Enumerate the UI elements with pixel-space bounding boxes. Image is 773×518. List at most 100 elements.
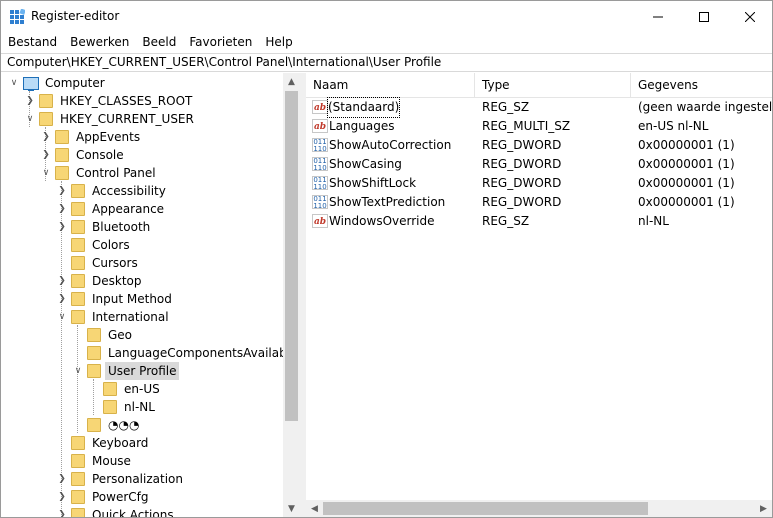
tree-item-label: Accessibility <box>92 184 166 198</box>
list-row-default[interactable]: ab (Standaard) REG_SZ (geen waarde inges… <box>306 97 772 118</box>
tree-item-label: User Profile <box>105 362 180 380</box>
title-bar[interactable]: Register-editor <box>1 1 772 32</box>
value-name: ShowCasing <box>329 157 402 171</box>
registry-editor-icon <box>10 9 25 24</box>
folder-icon <box>71 238 85 252</box>
list-row-windowsoverride[interactable]: ab WindowsOverride REG_SZ nl-NL <box>306 212 772 231</box>
expand-arrow-icon[interactable]: ❯ <box>41 128 51 146</box>
tree-item-personalization[interactable]: ❯ Personalization <box>1 470 283 488</box>
folder-icon <box>71 184 85 198</box>
tree-item-label: Cursors <box>92 256 138 270</box>
tree-item-quick-actions[interactable]: ❯ Quick Actions <box>1 506 283 517</box>
collapse-arrow-icon[interactable]: ∨ <box>9 74 19 92</box>
value-data: 0x00000001 (1) <box>638 195 735 209</box>
menu-help[interactable]: Help <box>258 32 298 52</box>
tree-item-label: Computer <box>45 76 105 90</box>
tree-item-geo[interactable]: Geo <box>1 326 283 344</box>
list-row-showshiftlock[interactable]: 011 110 ShowShiftLock REG_DWORD 0x0000000… <box>306 174 772 193</box>
value-type: REG_DWORD <box>482 195 562 209</box>
tree-item-keyboard[interactable]: Keyboard <box>1 434 283 452</box>
menu-file[interactable]: Bestand <box>1 32 63 52</box>
column-header-name[interactable]: Naam <box>306 73 475 98</box>
close-button[interactable] <box>727 1 772 32</box>
maximize-button[interactable] <box>681 1 727 32</box>
tree-item-en-us[interactable]: en-US <box>1 380 283 398</box>
binary-value-icon: 011 110 <box>312 176 328 190</box>
collapse-arrow-icon[interactable]: ∨ <box>73 362 83 380</box>
tree-item-international[interactable]: ∨ International <box>1 308 283 326</box>
scroll-up-icon[interactable]: ▲ <box>283 73 300 90</box>
tree-item-appevents[interactable]: ❯ AppEvents <box>1 128 283 146</box>
tree-scrollbar[interactable]: ▲ ▼ <box>283 73 300 517</box>
scroll-left-icon[interactable]: ◀ <box>306 500 323 517</box>
window-title: Register-editor <box>31 9 120 23</box>
folder-icon <box>103 382 117 396</box>
registry-editor-window: Register-editor Bestand Bewerken Beeld F… <box>0 0 773 518</box>
list-row-showautocorrection[interactable]: 011 110 ShowAutoCorrection REG_DWORD 0x00… <box>306 136 772 155</box>
tree-item-languagecomponentsavailable[interactable]: LanguageComponentsAvailable <box>1 344 297 362</box>
expand-arrow-icon[interactable]: ❯ <box>57 182 67 200</box>
scrollbar-thumb[interactable] <box>285 91 298 421</box>
tree-item-nl-nl[interactable]: nl-NL <box>1 398 283 416</box>
value-name: ShowAutoCorrection <box>329 138 452 152</box>
tree-item-label: Console <box>76 148 124 162</box>
expand-arrow-icon[interactable]: ❯ <box>57 470 67 488</box>
expand-arrow-icon[interactable]: ❯ <box>57 488 67 506</box>
tree-item-appearance[interactable]: ❯ Appearance <box>1 200 283 218</box>
tree-item-desktop[interactable]: ❯ Desktop <box>1 272 283 290</box>
list-row-showcasing[interactable]: 011 110 ShowCasing REG_DWORD 0x00000001 (… <box>306 155 772 174</box>
key-tree: ∨ Computer ❯ HKEY_CLASSES_ROOT ∨ HKEY_CU… <box>1 73 300 517</box>
list-row-languages[interactable]: ab Languages REG_MULTI_SZ en-US nl-NL <box>306 117 772 136</box>
folder-icon <box>71 472 85 486</box>
tree-item-label: Appearance <box>92 202 165 216</box>
list-horizontal-scrollbar[interactable]: ◀ ▶ <box>306 500 772 517</box>
tree-item-input-method[interactable]: ❯ Input Method <box>1 290 283 308</box>
tree-item-hkey-classes-root[interactable]: ❯ HKEY_CLASSES_ROOT <box>1 92 283 110</box>
tree-item-label: Colors <box>92 238 130 252</box>
minimize-icon <box>653 16 663 17</box>
tree-item-accessibility[interactable]: ❯ Accessibility <box>1 182 283 200</box>
menu-edit[interactable]: Bewerken <box>63 32 135 52</box>
tree-item-mouse[interactable]: Mouse <box>1 452 283 470</box>
collapse-arrow-icon[interactable]: ∨ <box>57 308 67 326</box>
folder-icon <box>71 454 85 468</box>
column-header-type[interactable]: Type <box>475 73 631 98</box>
list-row-showtextprediction[interactable]: 011 110 ShowTextPrediction REG_DWORD 0x00… <box>306 193 772 212</box>
expand-arrow-icon[interactable]: ❯ <box>57 506 67 517</box>
tree-item-label: LanguageComponentsAvailable <box>108 346 298 360</box>
column-header-data[interactable]: Gegevens <box>631 73 772 98</box>
scroll-down-icon[interactable]: ▼ <box>283 500 300 517</box>
tree-item-hkey-current-user[interactable]: ∨ HKEY_CURRENT_USER <box>1 110 283 128</box>
tree-item-unnamed-key[interactable]: ◔◔◔ <box>1 416 283 434</box>
expand-arrow-icon[interactable]: ❯ <box>25 92 35 110</box>
expand-arrow-icon[interactable]: ❯ <box>57 290 67 308</box>
collapse-arrow-icon[interactable]: ∨ <box>25 110 35 128</box>
minimize-button[interactable] <box>635 1 681 32</box>
string-value-icon: ab <box>312 119 328 133</box>
list-header: Naam Type Gegevens <box>306 73 772 98</box>
value-data: 0x00000001 (1) <box>638 157 735 171</box>
tree-item-cursors[interactable]: Cursors <box>1 254 283 272</box>
scroll-right-icon[interactable]: ▶ <box>755 500 772 517</box>
scrollbar-thumb[interactable] <box>323 502 648 515</box>
tree-item-computer[interactable]: ∨ Computer <box>1 74 283 92</box>
value-type: REG_DWORD <box>482 157 562 171</box>
address-bar[interactable]: Computer\HKEY_CURRENT_USER\Control Panel… <box>1 53 772 72</box>
tree-item-colors[interactable]: Colors <box>1 236 283 254</box>
tree-item-bluetooth[interactable]: ❯ Bluetooth <box>1 218 283 236</box>
expand-arrow-icon[interactable]: ❯ <box>57 218 67 236</box>
tree-item-label: Personalization <box>92 472 183 486</box>
collapse-arrow-icon[interactable]: ∨ <box>41 164 51 182</box>
menu-favorites[interactable]: Favorieten <box>182 32 258 52</box>
expand-arrow-icon[interactable]: ❯ <box>41 146 51 164</box>
tree-item-label: Mouse <box>92 454 131 468</box>
expand-arrow-icon[interactable]: ❯ <box>57 200 67 218</box>
menu-view[interactable]: Beeld <box>135 32 182 52</box>
expand-arrow-icon[interactable]: ❯ <box>57 272 67 290</box>
tree-item-user-profile[interactable]: ∨ User Profile <box>1 362 283 380</box>
tree-item-powercfg[interactable]: ❯ PowerCfg <box>1 488 283 506</box>
value-type: REG_MULTI_SZ <box>482 119 571 133</box>
tree-item-console[interactable]: ❯ Console <box>1 146 283 164</box>
value-data: 0x00000001 (1) <box>638 138 735 152</box>
tree-item-control-panel[interactable]: ∨ Control Panel <box>1 164 283 182</box>
